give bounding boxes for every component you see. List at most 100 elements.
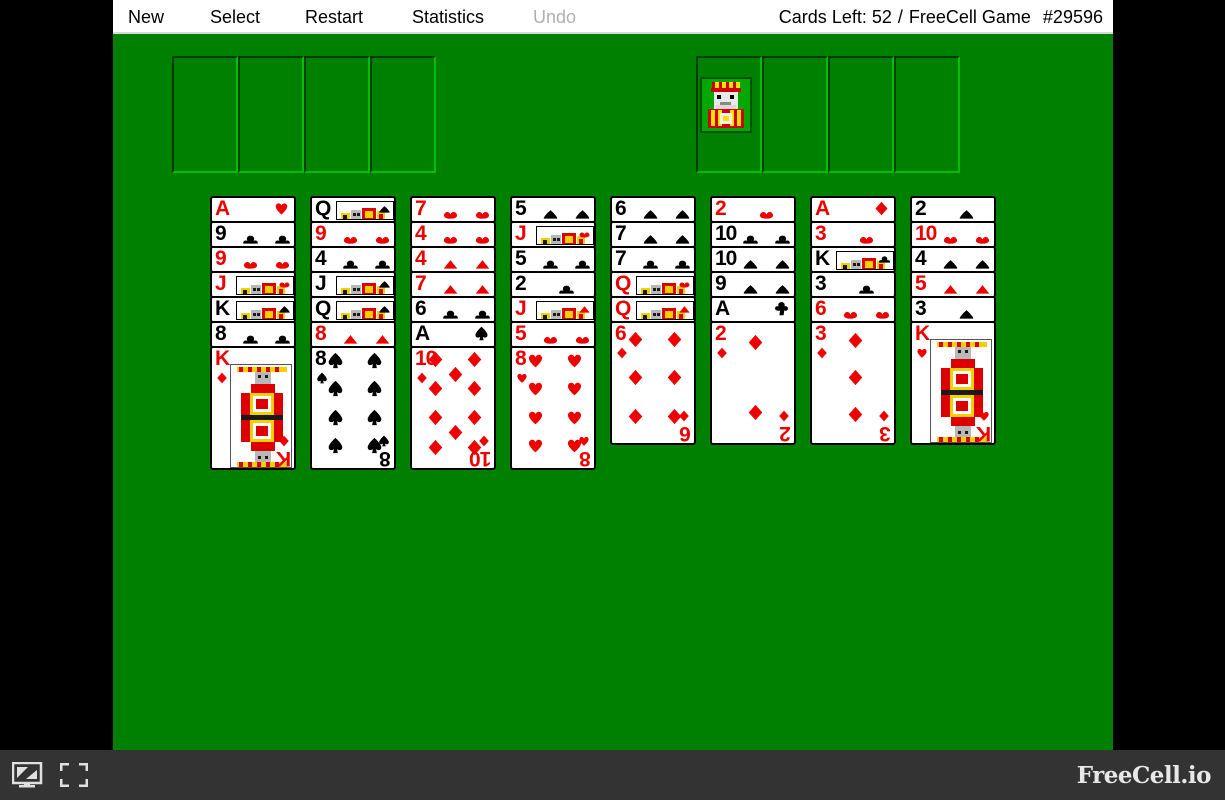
card-court-art	[336, 201, 394, 220]
card-suit-icon-bottom	[378, 434, 390, 447]
card-suit-icon	[874, 201, 889, 216]
card-pip	[366, 352, 383, 369]
card-pip	[427, 409, 444, 426]
foundation-clubs[interactable]	[828, 56, 894, 173]
card-3C[interactable]: 3	[810, 271, 896, 298]
card-pip	[527, 352, 544, 369]
menu-item-statistics[interactable]: Statistics	[412, 0, 484, 34]
menu-bar: New Select Restart Statistics Undo Cards…	[113, 0, 1113, 34]
menu-item-new[interactable]: New	[128, 0, 164, 34]
fullscreen-icon[interactable]	[59, 762, 89, 788]
card-pips	[938, 250, 994, 271]
card-7D[interactable]: 7	[410, 271, 496, 298]
card-QS[interactable]: Q	[310, 196, 396, 223]
card-10D[interactable]: 10 10	[410, 346, 496, 470]
card-pip	[527, 380, 544, 397]
card-rank: 5	[515, 247, 527, 270]
card-pips	[438, 250, 494, 271]
card-8S[interactable]: 88	[310, 346, 396, 470]
card-9C[interactable]: 9	[210, 221, 296, 248]
card-10S[interactable]: 10	[710, 246, 796, 273]
card-pips	[438, 200, 494, 221]
card-suit-icon	[474, 326, 489, 341]
card-pip	[466, 351, 483, 368]
card-pips	[638, 225, 694, 246]
card-10C[interactable]: 10	[710, 221, 796, 248]
card-JH[interactable]: J	[510, 221, 596, 248]
card-8C[interactable]: 8	[210, 321, 296, 348]
card-AH[interactable]: A	[210, 196, 296, 223]
card-8D[interactable]: 8	[310, 321, 396, 348]
card-5H[interactable]: 5	[510, 321, 596, 348]
card-6D[interactable]: 66	[610, 321, 696, 445]
card-JH[interactable]: J	[210, 271, 296, 298]
card-6S[interactable]: 6	[610, 196, 696, 223]
card-AC[interactable]: A	[710, 296, 796, 323]
card-JS[interactable]: J	[310, 271, 396, 298]
card-rank: 7	[415, 197, 427, 220]
free-cell-2[interactable]	[238, 56, 304, 173]
card-AS[interactable]: A	[410, 321, 496, 348]
card-9H[interactable]: 9	[310, 221, 396, 248]
card-KS[interactable]: K	[210, 296, 296, 323]
card-suit-icon	[678, 280, 691, 293]
card-10H[interactable]: 10	[910, 221, 996, 248]
card-AD[interactable]: A	[810, 196, 896, 223]
card-JD[interactable]: J	[510, 296, 596, 323]
card-4C[interactable]: 4	[310, 246, 396, 273]
card-3H[interactable]: 3	[810, 221, 896, 248]
menu-item-restart[interactable]: Restart	[305, 0, 363, 34]
card-5D[interactable]: 5	[910, 271, 996, 298]
card-pip	[427, 351, 444, 368]
card-suit-icon-bottom	[578, 434, 590, 446]
card-3D[interactable]: 33	[810, 321, 896, 445]
card-4D[interactable]: 4	[410, 246, 496, 273]
game-number: #29596	[1042, 7, 1103, 27]
card-suit-icon-bottom	[978, 409, 990, 421]
card-rank-bottom: 3	[880, 422, 891, 445]
card-3S[interactable]: 3	[910, 296, 996, 323]
card-8H[interactable]: 88	[510, 346, 596, 470]
free-cell-4[interactable]	[370, 56, 436, 173]
card-6C[interactable]: 6	[410, 296, 496, 323]
card-rank: 6	[415, 297, 427, 320]
card-rank: 2	[915, 197, 927, 220]
card-QH[interactable]: Q	[610, 271, 696, 298]
card-4S[interactable]: 4	[910, 246, 996, 273]
card-rank: 4	[915, 247, 927, 270]
card-9S[interactable]: 9	[710, 271, 796, 298]
card-7S[interactable]: 7	[610, 221, 696, 248]
card-pips	[738, 225, 794, 246]
foundation-diamonds[interactable]	[894, 56, 960, 173]
card-KC[interactable]: K	[810, 246, 896, 273]
card-KD[interactable]: K K	[210, 346, 296, 470]
status-bar: Cards Left: 52/FreeCell Game #29596	[779, 0, 1103, 34]
card-pip	[327, 437, 344, 454]
card-QD[interactable]: Q	[610, 296, 696, 323]
card-7C[interactable]: 7	[610, 246, 696, 273]
card-2C[interactable]: 2	[510, 271, 596, 298]
card-2D[interactable]: 22	[710, 321, 796, 445]
card-KH[interactable]: K K	[910, 321, 996, 445]
card-2S[interactable]: 2	[910, 196, 996, 223]
menu-item-select[interactable]: Select	[210, 0, 260, 34]
card-pips	[538, 275, 594, 296]
card-6H[interactable]: 6	[810, 296, 896, 323]
card-5S[interactable]: 5	[510, 196, 596, 223]
card-suit-icon	[278, 280, 291, 293]
card-QS[interactable]: Q	[310, 296, 396, 323]
card-rank-bottom: 2	[780, 422, 791, 445]
card-rank: 5	[515, 197, 527, 220]
display-mode-icon[interactable]	[11, 761, 44, 788]
card-4H[interactable]: 4	[410, 221, 496, 248]
card-rank: 10	[715, 222, 737, 245]
card-rank: 6	[615, 197, 627, 220]
card-5C[interactable]: 5	[510, 246, 596, 273]
card-pip	[447, 366, 464, 383]
free-cell-1[interactable]	[172, 56, 238, 173]
card-2H[interactable]: 2	[710, 196, 796, 223]
free-cell-3[interactable]	[304, 56, 370, 173]
card-9H[interactable]: 9	[210, 246, 296, 273]
card-7H[interactable]: 7	[410, 196, 496, 223]
foundation-hearts[interactable]	[762, 56, 828, 173]
